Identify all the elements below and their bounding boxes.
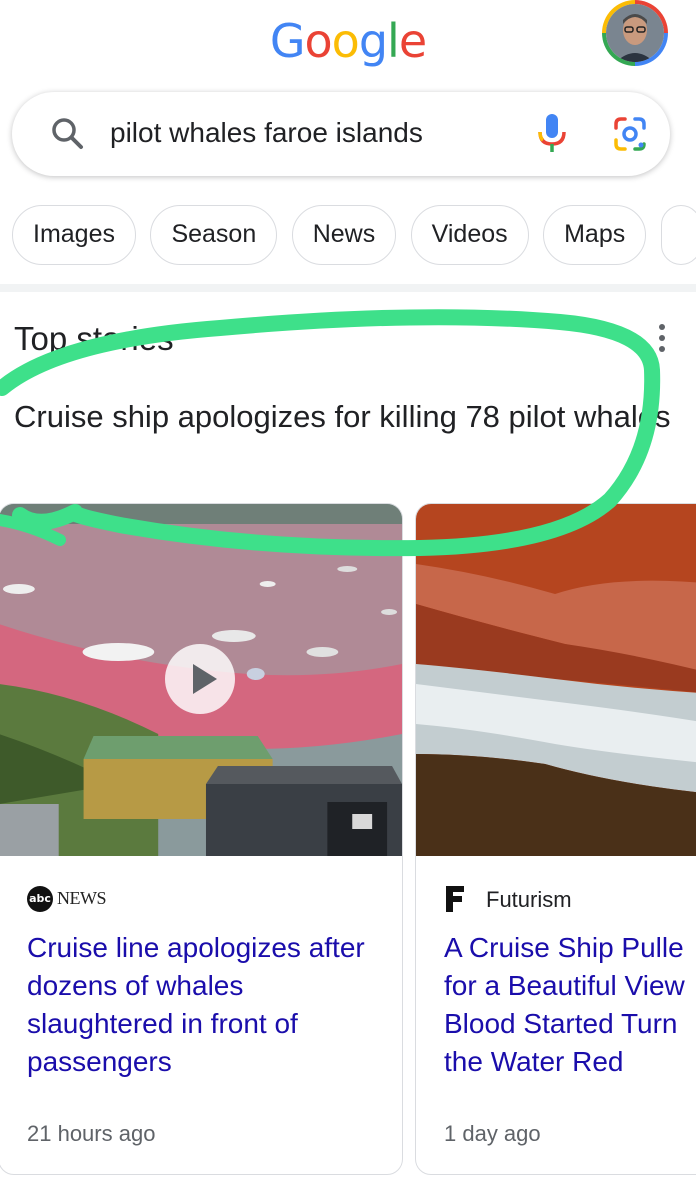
story-title[interactable]: A Cruise Ship Pulle for a Beautiful View… — [444, 929, 685, 1081]
story-image[interactable] — [416, 504, 696, 856]
search-icon[interactable] — [48, 114, 88, 154]
microphone-icon[interactable] — [534, 112, 570, 156]
chip-news[interactable]: News — [291, 205, 397, 265]
news-card[interactable]: abc NEWS Cruise line apologizes after do… — [0, 503, 403, 1175]
chip-season[interactable]: Season — [150, 205, 278, 265]
avatar-photo — [606, 4, 664, 62]
chip-more[interactable] — [660, 205, 696, 265]
chip-images[interactable]: Images — [12, 205, 136, 265]
source-name: NEWS — [57, 888, 107, 908]
futurism-logo-icon — [446, 886, 464, 912]
story-time: 1 day ago — [444, 1121, 541, 1146]
logo-letter: o — [331, 14, 360, 68]
story-time: 21 hours ago — [27, 1121, 156, 1146]
logo-letter: G — [269, 14, 306, 68]
story-title-line: for a Beautiful View — [444, 970, 685, 1001]
search-bar[interactable]: pilot whales faroe islands — [12, 92, 670, 176]
more-options-icon[interactable] — [655, 322, 669, 354]
story-title-line: Blood Started Turn — [444, 1008, 678, 1039]
section-divider — [0, 284, 696, 292]
play-icon — [193, 664, 217, 694]
story-image[interactable] — [0, 504, 402, 856]
news-card[interactable]: Futurism A Cruise Ship Pulle for a Beaut… — [415, 503, 696, 1175]
top-stories-heading: Top stories — [14, 320, 174, 357]
story-title-line: the Water Red — [444, 1046, 624, 1077]
logo-letter: o — [304, 14, 333, 68]
logo-letter: g — [358, 14, 388, 68]
logo-letter: e — [398, 14, 427, 68]
logo-letter: l — [387, 14, 400, 68]
source-name: Futurism — [486, 887, 572, 912]
google-logo[interactable]: Google — [0, 14, 696, 68]
account-avatar[interactable] — [602, 0, 668, 66]
play-button[interactable] — [165, 644, 235, 714]
story-title[interactable]: Cruise line apologizes after dozens of w… — [27, 929, 397, 1081]
search-query[interactable]: pilot whales faroe islands — [110, 117, 423, 149]
story-headline[interactable]: Cruise ship apologizes for killing 78 pi… — [14, 394, 674, 440]
filter-chips: Images Season News Videos Maps — [12, 205, 696, 267]
google-lens-icon[interactable] — [610, 114, 650, 154]
abc-logo-icon: abc — [27, 886, 53, 912]
story-title-line: A Cruise Ship Pulle — [444, 932, 684, 963]
chip-videos[interactable]: Videos — [410, 205, 529, 265]
chip-maps[interactable]: Maps — [543, 205, 647, 265]
